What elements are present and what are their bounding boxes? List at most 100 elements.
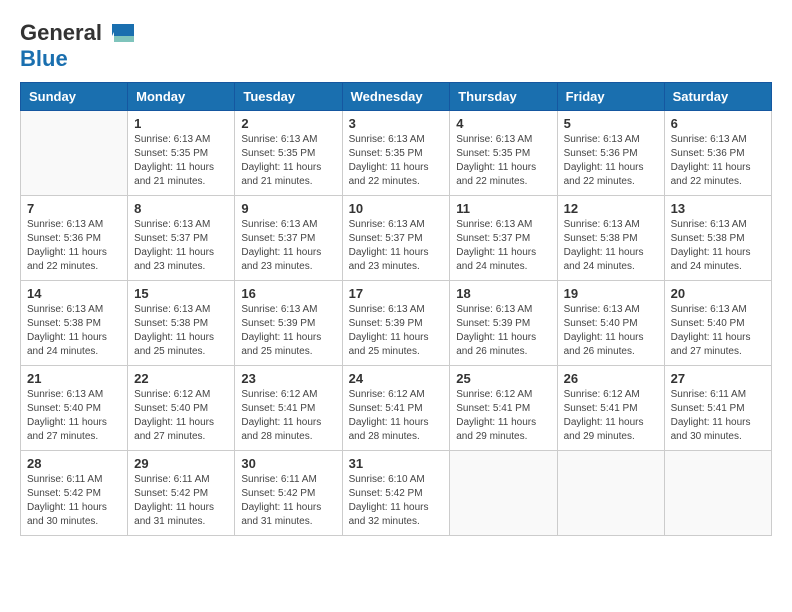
day-header-saturday: Saturday — [664, 83, 771, 111]
calendar-cell: 8Sunrise: 6:13 AM Sunset: 5:37 PM Daylig… — [128, 196, 235, 281]
day-number: 2 — [241, 116, 335, 131]
week-row-2: 7 Sunrise: 6:13 AM Sunset: 5:36 PM Daylig… — [21, 196, 772, 281]
logo-blue-text: Blue — [20, 46, 68, 71]
day-info: Sunrise: 6:10 AM Sunset: 5:42 PM Dayligh… — [349, 473, 444, 529]
calendar-cell: 2 Sunrise: 6:13 AM Sunset: 5:35 PM Daylig… — [235, 111, 342, 196]
day-header-wednesday: Wednesday — [342, 83, 450, 111]
calendar-cell — [450, 451, 557, 536]
day-number: 5 — [564, 116, 658, 131]
day-info: Sunrise: 6:13 AM Sunset: 5:38 PM Dayligh… — [27, 303, 121, 359]
day-info: Sunrise: 6:11 AM Sunset: 5:42 PM Dayligh… — [241, 473, 335, 529]
day-number: 25 — [456, 371, 550, 386]
day-info: Sunrise: 6:11 AM Sunset: 5:41 PM Dayligh… — [671, 388, 765, 444]
calendar-header-row: SundayMondayTuesdayWednesdayThursdayFrid… — [21, 83, 772, 111]
calendar-cell: 23 Sunrise: 6:12 AM Sunset: 5:41 PM Dayli… — [235, 366, 342, 451]
day-info: Sunrise: 6:13 AM Sunset: 5:35 PM Dayligh… — [134, 133, 228, 189]
calendar-table: SundayMondayTuesdayWednesdayThursdayFrid… — [20, 82, 772, 536]
day-number: 17 — [349, 286, 444, 301]
logo-icon — [104, 22, 136, 44]
day-number: 11 — [456, 201, 550, 216]
calendar-cell: 20 Sunrise: 6:13 AM Sunset: 5:40 PM Dayli… — [664, 281, 771, 366]
day-info: Sunrise: 6:13 AM Sunset: 5:36 PM Dayligh… — [671, 133, 765, 189]
day-info: Sunrise: 6:13 AM Sunset: 5:39 PM Dayligh… — [349, 303, 444, 359]
day-number: 13 — [671, 201, 765, 216]
calendar-cell — [557, 451, 664, 536]
day-number: 1 — [134, 116, 228, 131]
day-number: 4 — [456, 116, 550, 131]
day-number: 12 — [564, 201, 658, 216]
day-info: Sunrise: 6:13 AM Sunset: 5:40 PM Dayligh… — [671, 303, 765, 359]
calendar-cell: 1 Sunrise: 6:13 AM Sunset: 5:35 PM Daylig… — [128, 111, 235, 196]
logo: General Blue — [20, 20, 138, 72]
week-row-1: 1 Sunrise: 6:13 AM Sunset: 5:35 PM Daylig… — [21, 111, 772, 196]
day-info: Sunrise: 6:13 AM Sunset: 5:36 PM Dayligh… — [27, 218, 121, 274]
day-number: 14 — [27, 286, 121, 301]
day-number: 23 — [241, 371, 335, 386]
day-info: Sunrise: 6:13 AM Sunset: 5:37 PM Dayligh… — [241, 218, 335, 274]
calendar-cell: 24 Sunrise: 6:12 AM Sunset: 5:41 PM Dayli… — [342, 366, 450, 451]
day-number: 10 — [349, 201, 444, 216]
day-number: 16 — [241, 286, 335, 301]
calendar-cell: 27 Sunrise: 6:11 AM Sunset: 5:41 PM Dayli… — [664, 366, 771, 451]
calendar-cell: 4 Sunrise: 6:13 AM Sunset: 5:35 PM Daylig… — [450, 111, 557, 196]
calendar-cell: 31 Sunrise: 6:10 AM Sunset: 5:42 PM Dayli… — [342, 451, 450, 536]
day-info: Sunrise: 6:13 AM Sunset: 5:35 PM Dayligh… — [241, 133, 335, 189]
day-header-sunday: Sunday — [21, 83, 128, 111]
day-number: 3 — [349, 116, 444, 131]
day-info: Sunrise: 6:13 AM Sunset: 5:36 PM Dayligh… — [564, 133, 658, 189]
day-info: Sunrise: 6:12 AM Sunset: 5:40 PM Dayligh… — [134, 388, 228, 444]
calendar-cell: 28 Sunrise: 6:11 AM Sunset: 5:42 PM Dayli… — [21, 451, 128, 536]
calendar-cell: 14 Sunrise: 6:13 AM Sunset: 5:38 PM Dayli… — [21, 281, 128, 366]
calendar-cell: 3 Sunrise: 6:13 AM Sunset: 5:35 PM Daylig… — [342, 111, 450, 196]
calendar-cell: 7 Sunrise: 6:13 AM Sunset: 5:36 PM Daylig… — [21, 196, 128, 281]
page-header: General Blue — [20, 20, 772, 72]
day-info: Sunrise: 6:13 AM Sunset: 5:39 PM Dayligh… — [456, 303, 550, 359]
day-header-friday: Friday — [557, 83, 664, 111]
day-info: Sunrise: 6:12 AM Sunset: 5:41 PM Dayligh… — [349, 388, 444, 444]
week-row-4: 21Sunrise: 6:13 AM Sunset: 5:40 PM Dayli… — [21, 366, 772, 451]
day-number: 19 — [564, 286, 658, 301]
calendar-cell: 29 Sunrise: 6:11 AM Sunset: 5:42 PM Dayli… — [128, 451, 235, 536]
calendar-cell: 13 Sunrise: 6:13 AM Sunset: 5:38 PM Dayli… — [664, 196, 771, 281]
calendar-cell: 16 Sunrise: 6:13 AM Sunset: 5:39 PM Dayli… — [235, 281, 342, 366]
week-row-3: 14 Sunrise: 6:13 AM Sunset: 5:38 PM Dayli… — [21, 281, 772, 366]
day-info: Sunrise: 6:13 AM Sunset: 5:38 PM Dayligh… — [671, 218, 765, 274]
day-number: 20 — [671, 286, 765, 301]
day-number: 26 — [564, 371, 658, 386]
day-info: Sunrise: 6:13 AM Sunset: 5:38 PM Dayligh… — [564, 218, 658, 274]
day-number: 28 — [27, 456, 121, 471]
calendar-cell: 17 Sunrise: 6:13 AM Sunset: 5:39 PM Dayli… — [342, 281, 450, 366]
calendar-cell: 5 Sunrise: 6:13 AM Sunset: 5:36 PM Daylig… — [557, 111, 664, 196]
calendar-cell: 11 Sunrise: 6:13 AM Sunset: 5:37 PM Dayli… — [450, 196, 557, 281]
logo-general-text: General — [20, 20, 102, 46]
calendar-cell: 30Sunrise: 6:11 AM Sunset: 5:42 PM Dayli… — [235, 451, 342, 536]
day-number: 27 — [671, 371, 765, 386]
day-info: Sunrise: 6:13 AM Sunset: 5:35 PM Dayligh… — [456, 133, 550, 189]
calendar-cell: 10 Sunrise: 6:13 AM Sunset: 5:37 PM Dayli… — [342, 196, 450, 281]
day-number: 24 — [349, 371, 444, 386]
calendar-cell — [664, 451, 771, 536]
day-number: 7 — [27, 201, 121, 216]
day-info: Sunrise: 6:13 AM Sunset: 5:39 PM Dayligh… — [241, 303, 335, 359]
calendar-cell: 18 Sunrise: 6:13 AM Sunset: 5:39 PM Dayli… — [450, 281, 557, 366]
day-number: 6 — [671, 116, 765, 131]
day-info: Sunrise: 6:11 AM Sunset: 5:42 PM Dayligh… — [27, 473, 121, 529]
day-info: Sunrise: 6:13 AM Sunset: 5:37 PM Dayligh… — [456, 218, 550, 274]
day-header-monday: Monday — [128, 83, 235, 111]
calendar-cell: 9Sunrise: 6:13 AM Sunset: 5:37 PM Daylig… — [235, 196, 342, 281]
day-info: Sunrise: 6:13 AM Sunset: 5:40 PM Dayligh… — [564, 303, 658, 359]
calendar-cell: 22Sunrise: 6:12 AM Sunset: 5:40 PM Dayli… — [128, 366, 235, 451]
calendar-cell: 25Sunrise: 6:12 AM Sunset: 5:41 PM Dayli… — [450, 366, 557, 451]
calendar-cell: 6 Sunrise: 6:13 AM Sunset: 5:36 PM Daylig… — [664, 111, 771, 196]
day-number: 31 — [349, 456, 444, 471]
day-info: Sunrise: 6:13 AM Sunset: 5:35 PM Dayligh… — [349, 133, 444, 189]
day-info: Sunrise: 6:12 AM Sunset: 5:41 PM Dayligh… — [564, 388, 658, 444]
day-number: 18 — [456, 286, 550, 301]
calendar-cell: 15 Sunrise: 6:13 AM Sunset: 5:38 PM Dayli… — [128, 281, 235, 366]
day-info: Sunrise: 6:11 AM Sunset: 5:42 PM Dayligh… — [134, 473, 228, 529]
day-info: Sunrise: 6:13 AM Sunset: 5:37 PM Dayligh… — [349, 218, 444, 274]
day-number: 15 — [134, 286, 228, 301]
day-info: Sunrise: 6:12 AM Sunset: 5:41 PM Dayligh… — [241, 388, 335, 444]
day-info: Sunrise: 6:13 AM Sunset: 5:38 PM Dayligh… — [134, 303, 228, 359]
day-number: 29 — [134, 456, 228, 471]
